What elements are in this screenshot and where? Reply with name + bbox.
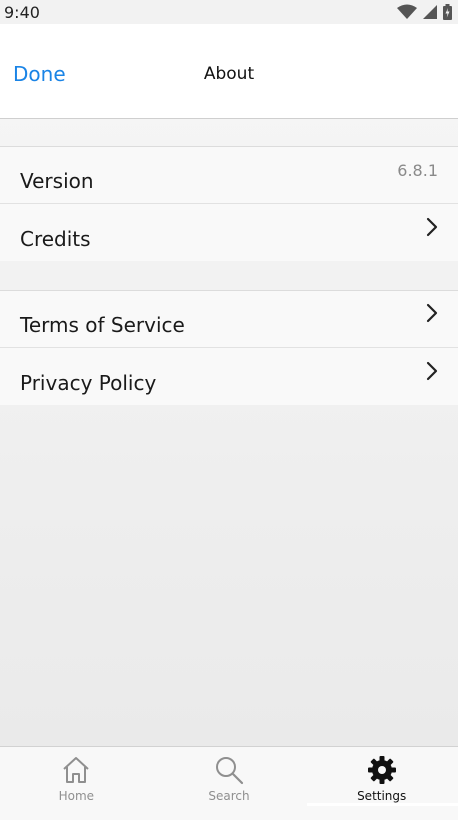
tab-bar: Home Search Settings: [0, 746, 458, 820]
search-icon: [214, 755, 244, 785]
cell-signal-icon: [423, 5, 437, 19]
status-icons: [397, 4, 452, 20]
version-value: 6.8.1: [397, 160, 438, 180]
settings-group-legal: Terms of Service Privacy Policy: [0, 290, 458, 405]
credits-row[interactable]: Credits: [0, 204, 458, 261]
chevron-right-icon: [426, 303, 438, 323]
tab-home-label: Home: [58, 789, 95, 803]
tab-home[interactable]: Home: [0, 747, 153, 820]
settings-group-app-info: Version 6.8.1 Credits: [0, 146, 458, 261]
chevron-right-icon: [426, 217, 438, 237]
version-label: Version: [20, 169, 94, 193]
terms-of-service-row[interactable]: Terms of Service: [0, 291, 458, 348]
home-icon: [61, 755, 91, 785]
chevron-right-icon: [426, 361, 438, 381]
privacy-policy-label: Privacy Policy: [20, 370, 157, 395]
nav-bar: Done About: [0, 24, 458, 119]
tab-active-indicator: [307, 803, 458, 806]
battery-icon: [443, 4, 452, 20]
tab-settings-label: Settings: [357, 789, 407, 803]
privacy-policy-row[interactable]: Privacy Policy: [0, 348, 458, 405]
page-title: About: [203, 64, 255, 84]
credits-label: Credits: [20, 226, 91, 251]
version-row: Version 6.8.1: [0, 147, 458, 204]
status-time: 9:40: [4, 2, 40, 22]
tab-search-label: Search: [208, 789, 250, 803]
tab-search[interactable]: Search: [153, 747, 306, 820]
terms-of-service-label: Terms of Service: [20, 313, 185, 337]
gear-icon: [367, 755, 397, 785]
status-bar: 9:40: [0, 0, 458, 24]
tab-settings[interactable]: Settings: [305, 747, 458, 820]
wifi-icon: [397, 4, 417, 20]
